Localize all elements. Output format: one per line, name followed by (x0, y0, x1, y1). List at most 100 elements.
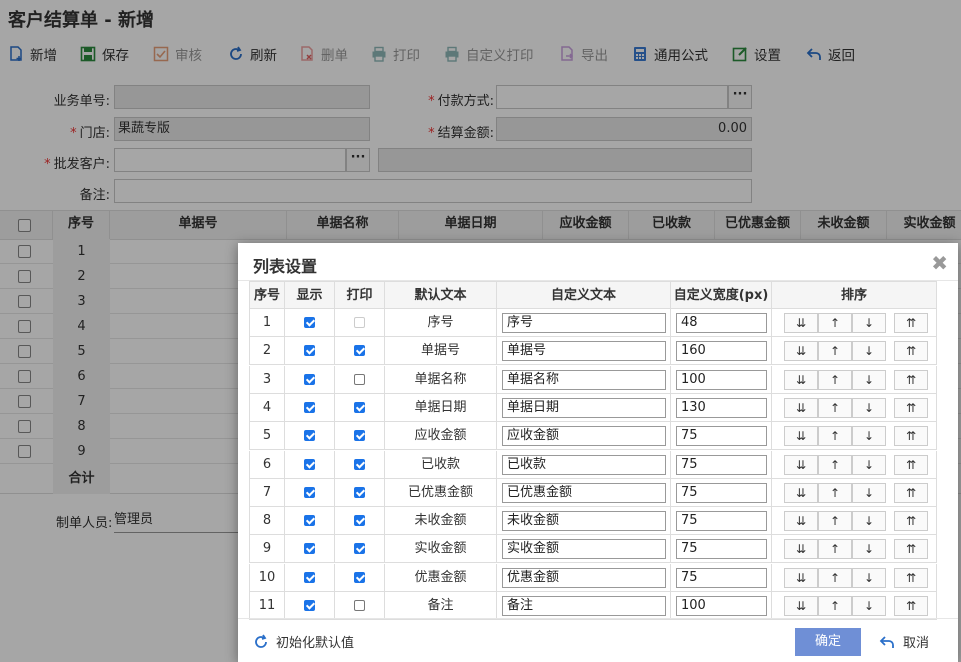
move-up-button[interactable]: ↑ (818, 511, 852, 532)
move-bottom-button[interactable]: ⇊ (784, 426, 818, 447)
show-checkbox[interactable] (304, 543, 315, 555)
print-cell (335, 309, 385, 337)
custom-width-input[interactable]: 75 (676, 539, 767, 560)
move-bottom-button[interactable]: ⇊ (784, 511, 818, 532)
move-bottom-button[interactable]: ⇊ (784, 567, 818, 588)
move-bottom-button[interactable]: ⇊ (784, 313, 818, 333)
move-up-button[interactable]: ↑ (818, 313, 852, 333)
move-down-button[interactable]: ↓ (852, 596, 886, 616)
move-bottom-button[interactable]: ⇊ (784, 454, 818, 475)
show-checkbox[interactable] (304, 345, 315, 357)
print-checkbox[interactable] (354, 345, 365, 357)
print-checkbox[interactable] (354, 430, 365, 442)
custom-text-input[interactable]: 实收金额 (502, 539, 666, 560)
print-cell (335, 365, 385, 394)
settings-row: 5 应收金额 应收金额 75 ⇊ ↑ ↓ ⇈ (249, 422, 937, 451)
move-bottom-button[interactable]: ⇊ (784, 341, 818, 362)
print-checkbox[interactable] (354, 515, 365, 527)
move-down-button[interactable]: ↓ (852, 482, 886, 503)
col-header-custom-width: 自定义宽度(px) (671, 281, 772, 309)
move-bottom-button[interactable]: ⇊ (784, 539, 818, 560)
move-down-button[interactable]: ↓ (852, 341, 886, 362)
move-down-button[interactable]: ↓ (852, 567, 886, 588)
move-down-button[interactable]: ↓ (852, 426, 886, 447)
move-up-button[interactable]: ↑ (818, 454, 852, 475)
move-down-button[interactable]: ↓ (852, 313, 886, 333)
move-down-button[interactable]: ↓ (852, 539, 886, 560)
print-checkbox[interactable] (354, 373, 365, 385)
move-top-button[interactable]: ⇈ (894, 369, 928, 390)
move-up-button[interactable]: ↑ (818, 369, 852, 390)
move-up-button[interactable]: ↑ (818, 426, 852, 447)
move-up-button[interactable]: ↑ (818, 341, 852, 362)
print-cell (335, 422, 385, 451)
custom-text-input[interactable]: 备注 (502, 596, 666, 616)
custom-width-input[interactable]: 75 (676, 567, 767, 588)
move-top-button[interactable]: ⇈ (894, 511, 928, 532)
move-bottom-button[interactable]: ⇊ (784, 369, 818, 390)
custom-text-input[interactable]: 单据日期 (502, 397, 666, 418)
custom-text-input[interactable]: 单据名称 (502, 369, 666, 390)
print-checkbox[interactable] (354, 458, 365, 470)
move-top-button[interactable]: ⇈ (894, 341, 928, 362)
move-up-button[interactable]: ↑ (818, 567, 852, 588)
show-checkbox[interactable] (304, 430, 315, 442)
reset-defaults-button[interactable]: 初始化默认值 (253, 632, 354, 651)
move-up-button[interactable]: ↑ (818, 397, 852, 418)
print-checkbox[interactable] (354, 571, 365, 583)
show-checkbox[interactable] (304, 401, 315, 413)
move-up-button[interactable]: ↑ (818, 596, 852, 616)
move-top-button[interactable]: ⇈ (894, 454, 928, 475)
custom-width-input[interactable]: 75 (676, 482, 767, 503)
custom-width-input[interactable]: 75 (676, 511, 767, 532)
custom-text-input[interactable]: 应收金额 (502, 426, 666, 447)
move-top-button[interactable]: ⇈ (894, 482, 928, 503)
move-down-button[interactable]: ↓ (852, 369, 886, 390)
show-checkbox[interactable] (304, 571, 315, 583)
ok-button[interactable]: 确定 (795, 628, 861, 656)
custom-width-input[interactable]: 160 (676, 341, 767, 362)
custom-width-input[interactable]: 75 (676, 426, 767, 447)
show-checkbox[interactable] (304, 600, 315, 611)
custom-text-input[interactable]: 未收金额 (502, 511, 666, 532)
move-top-button[interactable]: ⇈ (894, 539, 928, 560)
print-checkbox (354, 317, 365, 328)
print-checkbox[interactable] (354, 543, 365, 555)
back-arrow-icon (879, 635, 894, 648)
custom-text-input[interactable]: 序号 (502, 313, 666, 333)
custom-width-input[interactable]: 100 (676, 596, 767, 616)
print-checkbox[interactable] (354, 486, 365, 498)
move-up-button[interactable]: ↑ (818, 482, 852, 503)
move-down-button[interactable]: ↓ (852, 397, 886, 418)
move-bottom-button[interactable]: ⇊ (784, 482, 818, 503)
move-top-button[interactable]: ⇈ (894, 426, 928, 447)
refresh-icon (255, 634, 267, 648)
show-checkbox[interactable] (304, 373, 315, 385)
custom-text-input[interactable]: 单据号 (502, 341, 666, 362)
close-icon[interactable]: ✖ (931, 251, 948, 275)
show-checkbox[interactable] (304, 458, 315, 470)
move-up-button[interactable]: ↑ (818, 539, 852, 560)
show-checkbox[interactable] (304, 486, 315, 498)
move-top-button[interactable]: ⇈ (894, 596, 928, 616)
cancel-button[interactable]: 取消 (879, 632, 929, 651)
default-text: 已收款 (385, 450, 497, 479)
print-checkbox[interactable] (354, 600, 365, 611)
show-checkbox[interactable] (304, 317, 315, 328)
move-top-button[interactable]: ⇈ (894, 397, 928, 418)
move-bottom-button[interactable]: ⇊ (784, 596, 818, 616)
move-top-button[interactable]: ⇈ (894, 313, 928, 333)
custom-width-input[interactable]: 100 (676, 369, 767, 390)
move-bottom-button[interactable]: ⇊ (784, 397, 818, 418)
custom-text-input[interactable]: 优惠金额 (502, 567, 666, 588)
print-checkbox[interactable] (354, 401, 365, 413)
custom-width-input[interactable]: 130 (676, 397, 767, 418)
custom-width-input[interactable]: 48 (676, 313, 767, 333)
custom-text-input[interactable]: 已优惠金额 (502, 482, 666, 503)
move-down-button[interactable]: ↓ (852, 511, 886, 532)
custom-text-input[interactable]: 已收款 (502, 454, 666, 475)
move-down-button[interactable]: ↓ (852, 454, 886, 475)
custom-width-input[interactable]: 75 (676, 454, 767, 475)
move-top-button[interactable]: ⇈ (894, 567, 928, 588)
show-checkbox[interactable] (304, 515, 315, 527)
